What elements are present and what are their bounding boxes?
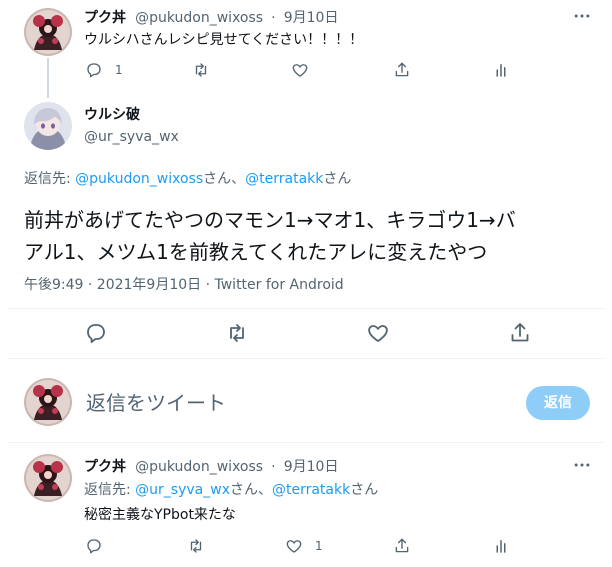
reply-prefix: 返信先:	[84, 482, 136, 498]
tweet-detail-page: プク丼 @pukudon_wixoss · 9月10日 ウルシハさんレシピ見せて…	[0, 0, 612, 567]
separator: ·	[271, 10, 276, 26]
tweet-text: ウルシハさんレシピ見せてください！！！！	[84, 32, 364, 48]
like-count: 1	[315, 539, 323, 553]
avatar[interactable]	[24, 454, 72, 502]
tweet-header: プク丼 @pukudon_wixoss · 9月10日	[84, 457, 338, 475]
reply-suffix: さん	[350, 482, 379, 498]
analytics-icon[interactable]	[492, 61, 510, 79]
reply-icon[interactable]	[85, 61, 103, 79]
display-name[interactable]: ウルシ破	[84, 106, 140, 124]
mention-link[interactable]: @pukudon_wixoss	[75, 171, 203, 187]
retweet-icon[interactable]	[192, 61, 210, 79]
separator: ·	[271, 459, 276, 475]
reply-context: 返信先: @pukudon_wixossさん、@terratakkさん	[24, 170, 351, 188]
display-name[interactable]: プク丼	[84, 10, 126, 26]
divider	[8, 308, 604, 309]
like-icon[interactable]	[366, 321, 390, 345]
share-icon[interactable]	[508, 321, 532, 345]
retweet-icon[interactable]	[187, 537, 205, 555]
tweet-header: プク丼 @pukudon_wixoss · 9月10日	[84, 8, 338, 26]
user-handle[interactable]: @pukudon_wixoss	[135, 10, 263, 26]
reply-compose-input[interactable]: 返信をツイート	[86, 390, 226, 416]
main-tweet-text: 前丼があげてたやつのマモン1→マオ1、キラゴウ1→バ アル1、メツム1を前教えて…	[24, 204, 516, 268]
divider	[8, 358, 604, 359]
analytics-icon[interactable]	[492, 537, 510, 555]
reply-suffix: さん、	[203, 171, 246, 187]
tweet-text-line: アル1、メツム1を前教えてくれたアレに変えたやつ	[24, 240, 488, 264]
reply-icon[interactable]	[84, 321, 108, 345]
avatar[interactable]	[24, 8, 72, 56]
thread-line	[47, 58, 49, 98]
reply-prefix: 返信先:	[24, 171, 76, 187]
retweet-icon[interactable]	[225, 321, 249, 345]
share-icon[interactable]	[393, 537, 411, 555]
more-icon[interactable]	[572, 455, 592, 475]
tweet-date[interactable]: 9月10日	[284, 459, 339, 475]
display-name[interactable]: プク丼	[84, 459, 126, 475]
divider	[8, 442, 604, 443]
tweet-text: 秘密主義なYPbot来たな	[84, 507, 236, 523]
user-handle[interactable]: @pukudon_wixoss	[135, 459, 263, 475]
mention-link[interactable]: @ur_syva_wx	[135, 482, 230, 498]
avatar[interactable]	[24, 102, 72, 150]
like-icon[interactable]	[285, 537, 303, 555]
reply-suffix: さん	[323, 171, 352, 187]
reply-suffix: さん、	[229, 482, 272, 498]
more-icon[interactable]	[572, 6, 592, 26]
tweet-text-line: 前丼があげてたやつのマモン1→マオ1、キラゴウ1→バ	[24, 208, 516, 232]
like-icon[interactable]	[291, 61, 309, 79]
mention-link[interactable]: @terratakk	[272, 482, 350, 498]
reply-context: 返信先: @ur_syva_wxさん、@terratakkさん	[84, 481, 378, 499]
tweet-timestamp[interactable]: 午後9:49 · 2021年9月10日 · Twitter for Androi…	[24, 276, 344, 294]
mention-link[interactable]: @terratakk	[245, 171, 323, 187]
reply-button[interactable]: 返信	[526, 386, 590, 420]
user-handle[interactable]: @ur_syva_wx	[84, 128, 179, 146]
avatar	[24, 378, 72, 426]
tweet-date[interactable]: 9月10日	[284, 10, 339, 26]
reply-icon[interactable]	[85, 537, 103, 555]
reply-count: 1	[115, 63, 123, 77]
share-icon[interactable]	[393, 61, 411, 79]
